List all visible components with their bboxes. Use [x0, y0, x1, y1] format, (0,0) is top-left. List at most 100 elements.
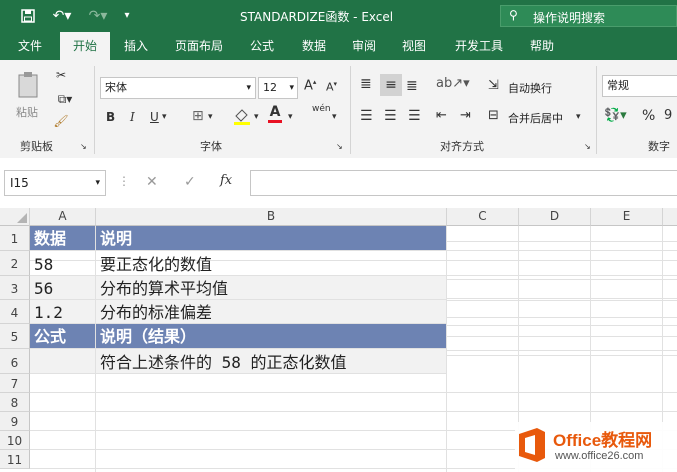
chevron-down-icon[interactable]: ▾ — [288, 112, 293, 122]
dialog-launcher-icon[interactable]: ↘ — [336, 142, 343, 151]
cell-a3[interactable]: 56 — [30, 276, 96, 300]
dialog-launcher-icon[interactable]: ↘ — [80, 142, 87, 151]
tab-insert[interactable]: 插入 — [114, 32, 158, 60]
redo-icon: ↷▾ — [88, 8, 108, 24]
chevron-down-icon[interactable]: ▾ — [208, 112, 213, 122]
copy-icon[interactable]: ⧉▾ — [52, 92, 78, 107]
underline-button[interactable]: U — [150, 110, 159, 124]
cell-b6[interactable]: 符合上述条件的 58 的正态化数值 — [96, 349, 447, 374]
merge-center-icon[interactable]: ⊟ — [488, 108, 499, 123]
group-separator — [350, 66, 351, 154]
paste-label[interactable]: 粘贴 — [16, 104, 38, 120]
tab-help[interactable]: 帮助 — [520, 32, 564, 60]
align-center-icon[interactable]: ☰ — [384, 108, 397, 124]
borders-icon[interactable]: ⊞ — [192, 108, 204, 124]
font-size-value: 12 — [263, 81, 277, 94]
column-header-c[interactable]: C — [447, 208, 519, 226]
tab-formulas[interactable]: 公式 — [240, 32, 284, 60]
formula-input[interactable] — [250, 170, 677, 196]
comma-style-icon[interactable]: 9 — [664, 108, 672, 123]
cell-b1[interactable]: 说明 — [96, 226, 447, 251]
row-header-3[interactable]: 3 — [0, 276, 30, 300]
group-separator — [94, 66, 95, 154]
row-header-4[interactable]: 4 — [0, 300, 30, 324]
name-box[interactable]: I15 ▾ — [4, 170, 106, 196]
undo-icon[interactable]: ↶▾ — [48, 0, 76, 32]
tab-view[interactable]: 视图 — [392, 32, 436, 60]
enter-icon[interactable]: ✓ — [184, 174, 196, 190]
customize-qat-icon[interactable]: ▾ — [118, 0, 136, 32]
tab-developer[interactable]: 开发工具 — [446, 32, 512, 60]
row-header-6[interactable]: 6 — [0, 349, 30, 374]
italic-button[interactable]: I — [130, 110, 135, 124]
column-header-f[interactable] — [663, 208, 677, 226]
font-color-icon[interactable]: A — [268, 104, 282, 123]
tab-page-layout[interactable]: 页面布局 — [166, 32, 232, 60]
paste-icon[interactable] — [14, 70, 44, 100]
search-placeholder: 操作说明搜索 — [533, 11, 606, 25]
align-bottom-icon[interactable]: ≣ — [406, 78, 418, 94]
tab-review[interactable]: 审阅 — [342, 32, 386, 60]
cut-icon[interactable]: ✂ — [52, 68, 70, 82]
align-right-icon[interactable]: ☰ — [408, 108, 421, 124]
align-middle-icon[interactable]: ≡ — [380, 74, 402, 96]
select-all-corner[interactable] — [0, 208, 30, 226]
cell-a6[interactable] — [30, 349, 96, 374]
tab-home[interactable]: 开始 — [60, 32, 110, 60]
shrink-font-icon[interactable]: A▾ — [326, 80, 337, 94]
cell-b5[interactable]: 说明（结果） — [96, 324, 447, 349]
accounting-format-icon[interactable]: 💱▾ — [604, 108, 627, 123]
phonetic-guide-icon[interactable]: wén — [312, 104, 331, 114]
cell-a5[interactable]: 公式 — [30, 324, 96, 349]
column-header-d[interactable]: D — [519, 208, 591, 226]
search-box[interactable]: ⚲ 操作说明搜索 — [500, 5, 677, 27]
row-header-8[interactable]: 8 — [0, 393, 30, 412]
row-header-9[interactable]: 9 — [0, 412, 30, 431]
watermark: Office教程网 www.office26.com — [515, 422, 677, 472]
fill-color-icon[interactable] — [232, 106, 252, 129]
font-size-combo[interactable]: 12 ▾ — [258, 77, 298, 99]
cell-a1[interactable]: 数据 — [30, 226, 96, 251]
number-format-combo[interactable]: 常规 — [602, 75, 677, 97]
chevron-down-icon[interactable]: ▾ — [254, 112, 259, 122]
chevron-down-icon: ▾ — [95, 178, 100, 188]
column-header-e[interactable]: E — [591, 208, 663, 226]
number-group-label: 数字 — [648, 140, 670, 153]
column-header-a[interactable]: A — [30, 208, 96, 226]
grow-font-icon[interactable]: A▴ — [304, 78, 316, 93]
gridline — [95, 374, 96, 472]
row-header-11[interactable]: 11 — [0, 450, 30, 469]
row-header-10[interactable]: 10 — [0, 431, 30, 450]
align-top-icon[interactable]: ≣ — [360, 76, 372, 92]
chevron-down-icon[interactable]: ▾ — [162, 112, 167, 122]
wrap-text-button[interactable]: 自动换行 — [508, 80, 552, 96]
percent-style-button[interactable]: % — [642, 108, 655, 124]
row-header-2[interactable]: 2 — [0, 251, 30, 276]
format-painter-icon[interactable]: 🖌 — [52, 114, 70, 128]
tab-file[interactable]: 文件 — [8, 32, 52, 60]
dialog-launcher-icon[interactable]: ↘ — [584, 142, 591, 151]
cell-a4[interactable]: 1.2 — [30, 300, 96, 324]
bold-button[interactable]: B — [106, 110, 115, 124]
increase-indent-icon[interactable]: ⇥ — [460, 108, 471, 123]
cell-b3[interactable]: 分布的算术平均值 — [96, 276, 447, 300]
orientation-icon[interactable]: ab↗▾ — [436, 76, 470, 91]
row-header-7[interactable]: 7 — [0, 374, 30, 393]
insert-function-button[interactable]: fx — [220, 173, 232, 188]
font-name-combo[interactable]: 宋体 ▾ — [100, 77, 256, 99]
row-header-5[interactable]: 5 — [0, 324, 30, 349]
cancel-icon[interactable]: ✕ — [146, 174, 158, 190]
save-icon[interactable] — [14, 0, 42, 32]
align-left-icon[interactable]: ☰ — [360, 108, 373, 124]
merge-center-button[interactable]: 合并后居中 — [508, 110, 563, 126]
chevron-down-icon[interactable]: ▾ — [576, 112, 581, 122]
cell-b4[interactable]: 分布的标准偏差 — [96, 300, 447, 324]
wrap-text-icon[interactable]: ⇲ — [488, 78, 499, 93]
cell-a2[interactable]: 58 — [30, 251, 96, 276]
column-header-b[interactable]: B — [96, 208, 447, 226]
cell-b2[interactable]: 要正态化的数值 — [96, 251, 447, 276]
tab-data[interactable]: 数据 — [292, 32, 336, 60]
decrease-indent-icon[interactable]: ⇤ — [436, 108, 447, 123]
chevron-down-icon[interactable]: ▾ — [332, 112, 337, 122]
row-header-1[interactable]: 1 — [0, 226, 30, 251]
